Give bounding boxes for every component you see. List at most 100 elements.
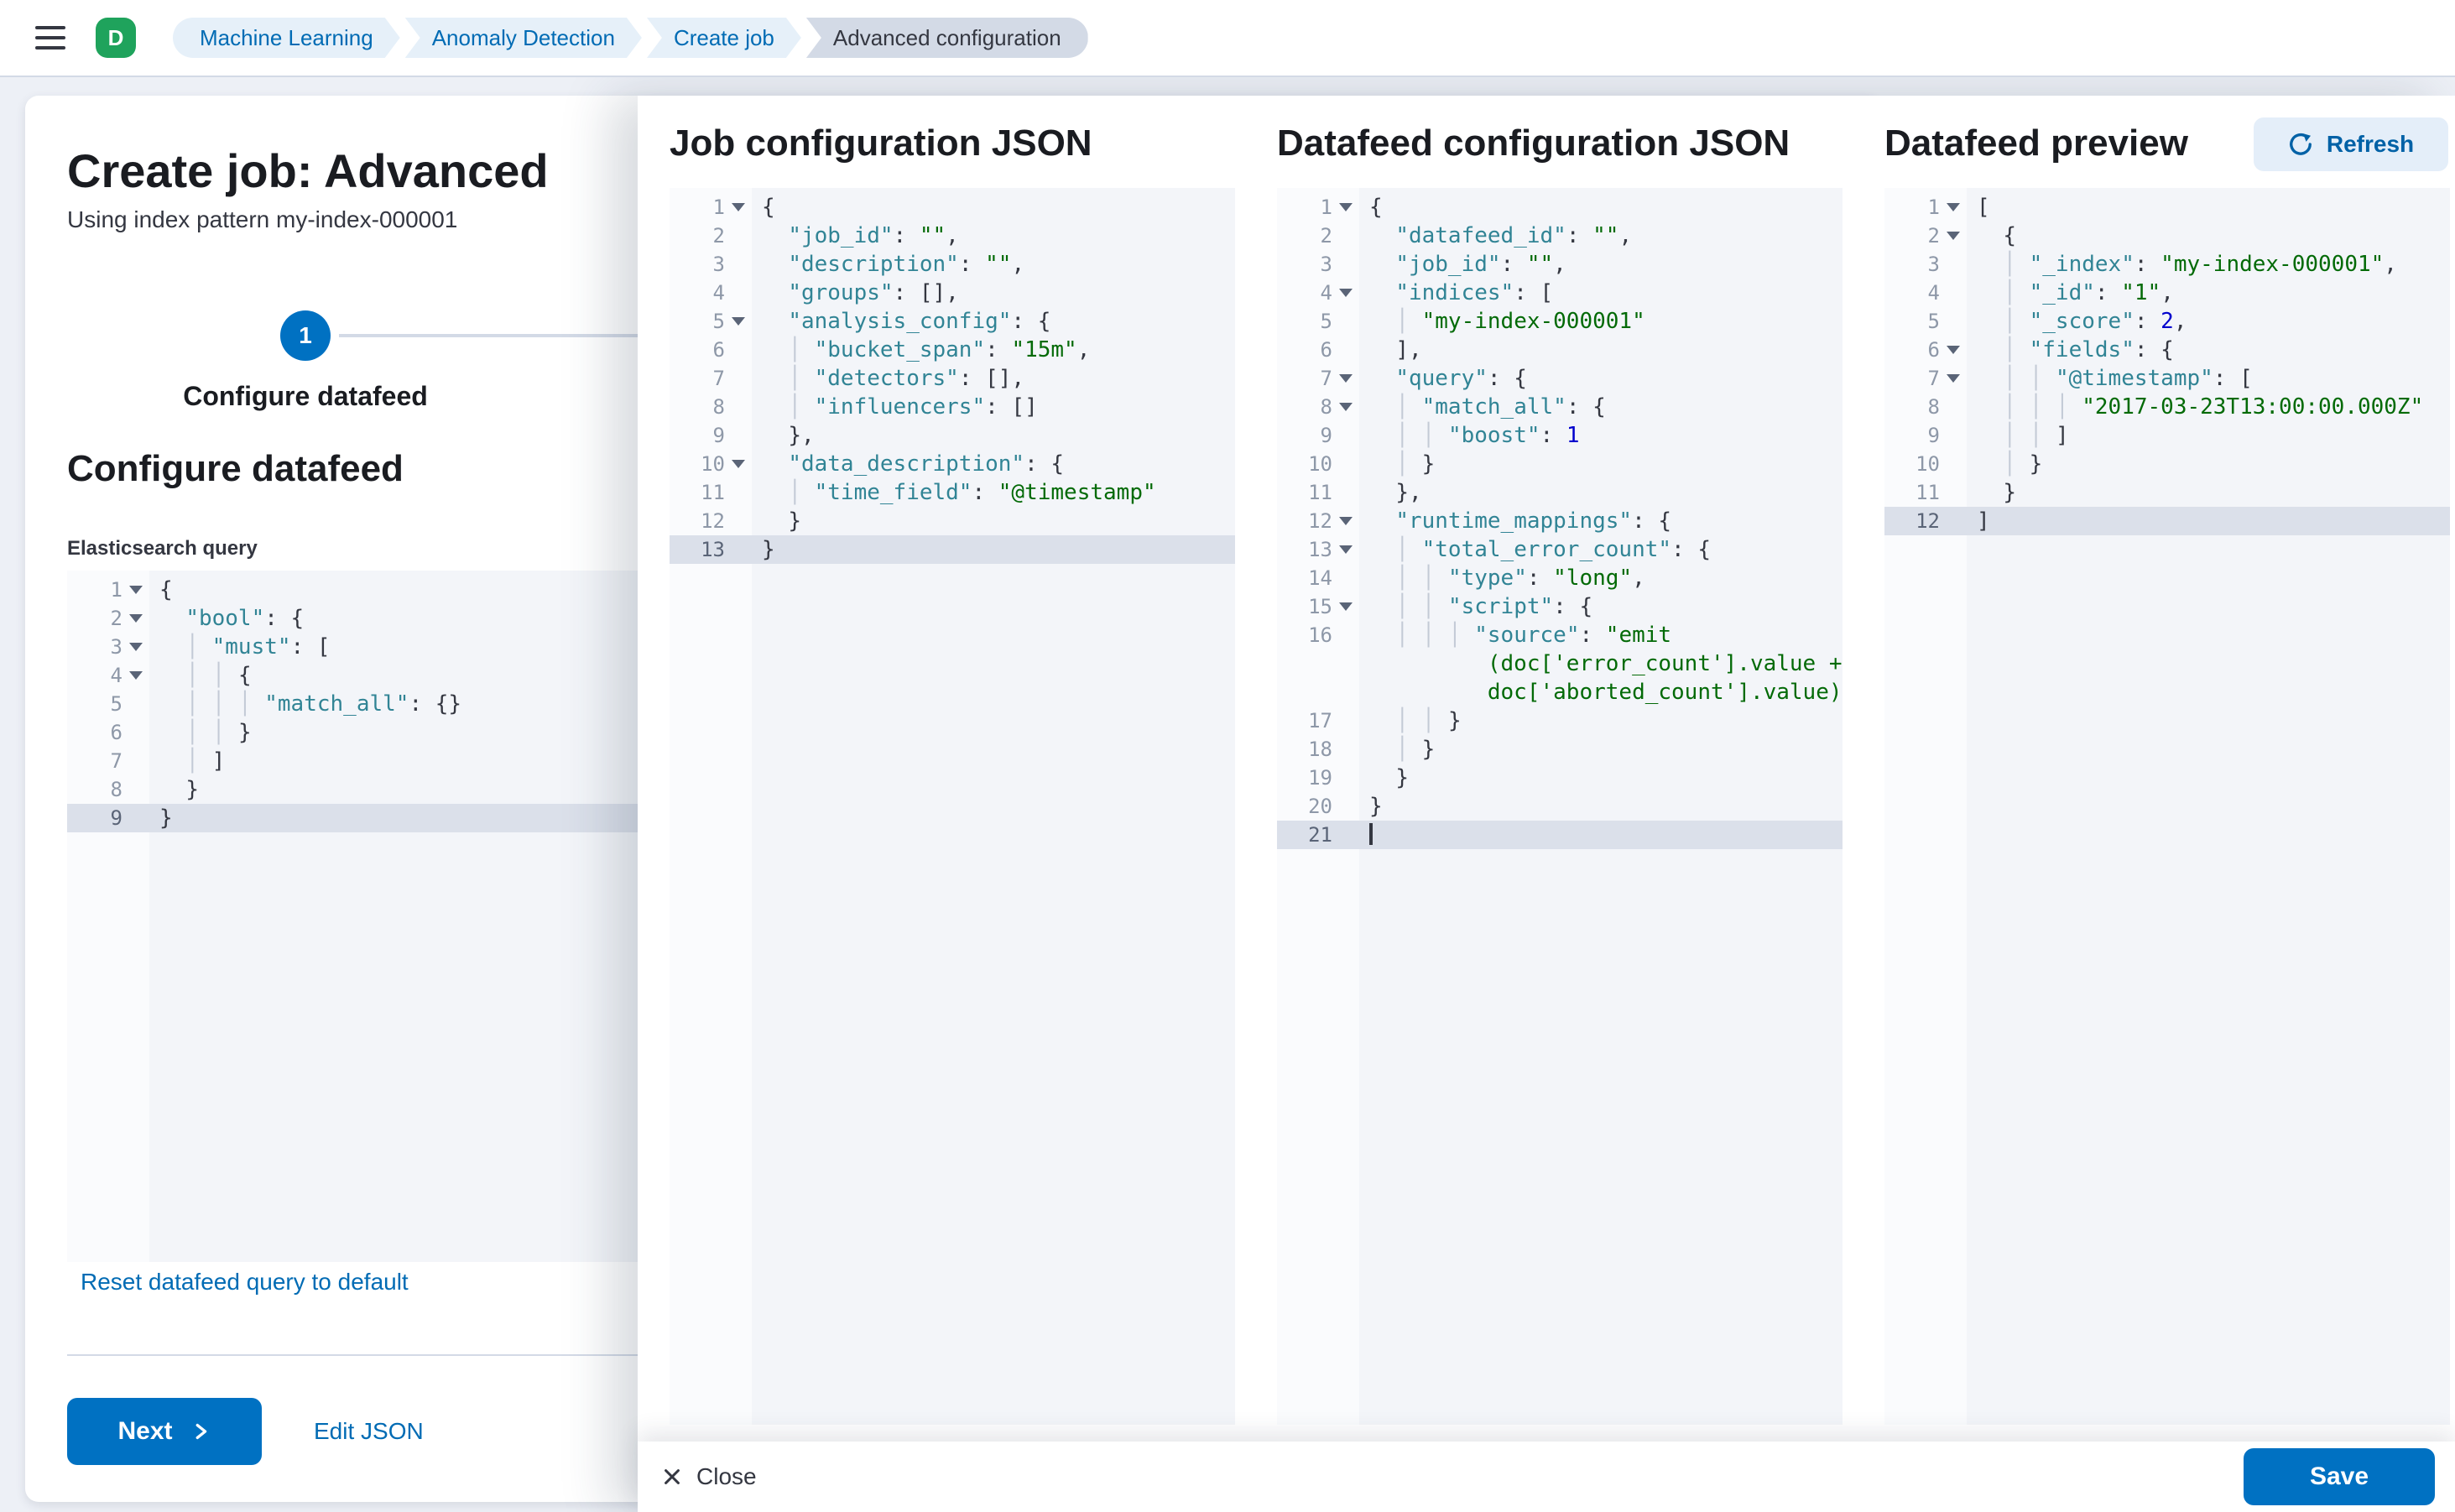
arrow-right-icon bbox=[190, 1421, 211, 1442]
fold-arrow-icon[interactable] bbox=[1947, 346, 1960, 354]
code-line: 13 │ "total_error_count": { bbox=[1277, 535, 1843, 564]
code-line: 8 │ "match_all": { bbox=[1277, 393, 1843, 421]
code-line: 13} bbox=[670, 535, 1235, 564]
code-line: 15 │ │ "script": { bbox=[1277, 592, 1843, 621]
datafeed-preview-heading: Datafeed preview bbox=[1884, 123, 2188, 164]
fold-arrow-icon[interactable] bbox=[1947, 374, 1960, 383]
refresh-icon bbox=[2288, 132, 2313, 157]
app: D Machine Learning Anomaly Detection Cre… bbox=[0, 0, 2455, 1512]
menu-button[interactable] bbox=[35, 19, 65, 56]
code-line: 6 ], bbox=[1277, 336, 1843, 364]
code-line: 5 "analysis_config": { bbox=[670, 307, 1235, 336]
code-line: 1[ bbox=[1884, 193, 2450, 222]
code-line: 12 } bbox=[670, 507, 1235, 535]
code-line: 11 }, bbox=[1277, 478, 1843, 507]
fold-arrow-icon[interactable] bbox=[732, 460, 745, 468]
reset-datafeed-query-link[interactable]: Reset datafeed query to default bbox=[81, 1269, 409, 1296]
fold-arrow-icon[interactable] bbox=[1339, 602, 1353, 611]
fold-arrow-icon[interactable] bbox=[732, 317, 745, 326]
code-line: 4 "indices": [ bbox=[1277, 279, 1843, 307]
refresh-button-label: Refresh bbox=[2327, 131, 2414, 158]
code-line: 3 │ "_index": "my-index-000001", bbox=[1884, 250, 2450, 279]
code-line: 10 │ } bbox=[1884, 450, 2450, 478]
index-pattern-subtitle: Using index pattern my-index-000001 bbox=[67, 206, 457, 233]
breadcrumb-current-page: Advanced configuration bbox=[806, 18, 1088, 58]
hamburger-icon bbox=[35, 26, 65, 50]
code-line: 11 │ "time_field": "@timestamp" bbox=[670, 478, 1235, 507]
step-1-label: Configure datafeed bbox=[129, 381, 482, 412]
code-line: 2 "job_id": "", bbox=[670, 222, 1235, 250]
fold-arrow-icon[interactable] bbox=[1339, 374, 1353, 383]
datafeed-config-editor[interactable]: 1{2 "datafeed_id": "",3 "job_id": "",4 "… bbox=[1277, 188, 1843, 1425]
code-line: 10 │ } bbox=[1277, 450, 1843, 478]
code-line: 2 { bbox=[1884, 222, 2450, 250]
fold-arrow-icon[interactable] bbox=[732, 203, 745, 211]
datafeed-preview-editor[interactable]: 1[2 {3 │ "_index": "my-index-000001",4 │… bbox=[1884, 188, 2450, 1425]
code-line: 8 │ │ │ "2017-03-23T13:00:00.000Z" bbox=[1884, 393, 2450, 421]
code-line: 7 │ │ "@timestamp": [ bbox=[1884, 364, 2450, 393]
code-line: 1{ bbox=[670, 193, 1235, 222]
fold-arrow-icon[interactable] bbox=[1339, 289, 1353, 297]
breadcrumb-machine-learning[interactable]: Machine Learning bbox=[173, 18, 400, 58]
user-avatar[interactable]: D bbox=[96, 18, 136, 58]
code-line: 8 │ "influencers": [] bbox=[670, 393, 1235, 421]
close-button[interactable]: Close bbox=[661, 1463, 757, 1490]
query-editor-label: Elasticsearch query bbox=[67, 537, 258, 560]
page-title: Create job: Advanced bbox=[67, 143, 549, 200]
fold-arrow-icon[interactable] bbox=[1339, 403, 1353, 411]
job-config-editor[interactable]: 1{2 "job_id": "",3 "description": "",4 "… bbox=[670, 188, 1235, 1425]
fold-arrow-icon[interactable] bbox=[129, 643, 143, 651]
fold-arrow-icon[interactable] bbox=[1947, 232, 1960, 240]
flyout-footer: Close Save bbox=[638, 1442, 2455, 1512]
code-line: 7 │ "detectors": [], bbox=[670, 364, 1235, 393]
code-line: 16 │ │ │ "source": "emit bbox=[1277, 621, 1843, 649]
section-title: Configure datafeed bbox=[67, 448, 404, 490]
code-line: 9 }, bbox=[670, 421, 1235, 450]
edit-json-flyout: Job configuration JSON Datafeed configur… bbox=[638, 96, 2455, 1512]
code-line: 21 bbox=[1277, 821, 1843, 849]
next-button[interactable]: Next bbox=[67, 1398, 262, 1465]
code-line: 5 │ "my-index-000001" bbox=[1277, 307, 1843, 336]
code-line: 3 "description": "", bbox=[670, 250, 1235, 279]
code-line: 4 │ "_id": "1", bbox=[1884, 279, 2450, 307]
save-button[interactable]: Save bbox=[2244, 1448, 2435, 1505]
code-line-wrap: (doc['error_count'].value + bbox=[1277, 649, 1843, 678]
code-line: 14 │ │ "type": "long", bbox=[1277, 564, 1843, 592]
fold-arrow-icon[interactable] bbox=[129, 586, 143, 594]
code-line: 17 │ │ } bbox=[1277, 706, 1843, 735]
code-line: 9 │ │ ] bbox=[1884, 421, 2450, 450]
code-line: 12 "runtime_mappings": { bbox=[1277, 507, 1843, 535]
next-button-label: Next bbox=[117, 1417, 172, 1446]
code-line: 6 │ "fields": { bbox=[1884, 336, 2450, 364]
step-1-indicator[interactable]: 1 bbox=[280, 310, 331, 361]
edit-json-button[interactable]: Edit JSON bbox=[314, 1418, 424, 1445]
fold-arrow-icon[interactable] bbox=[1339, 545, 1353, 554]
code-line: 20} bbox=[1277, 792, 1843, 821]
code-line: 1{ bbox=[1277, 193, 1843, 222]
code-line: 9 │ │ "boost": 1 bbox=[1277, 421, 1843, 450]
code-line: 12] bbox=[1884, 507, 2450, 535]
datafeed-config-heading: Datafeed configuration JSON bbox=[1277, 123, 1790, 164]
code-line: 2 "datafeed_id": "", bbox=[1277, 222, 1843, 250]
code-line: 11 } bbox=[1884, 478, 2450, 507]
close-icon bbox=[661, 1466, 683, 1488]
breadcrumb: Machine Learning Anomaly Detection Creat… bbox=[173, 18, 1088, 58]
job-config-heading: Job configuration JSON bbox=[670, 123, 1092, 164]
code-line: 10 "data_description": { bbox=[670, 450, 1235, 478]
fold-arrow-icon[interactable] bbox=[1339, 517, 1353, 525]
fold-arrow-icon[interactable] bbox=[1947, 203, 1960, 211]
header-bar: D Machine Learning Anomaly Detection Cre… bbox=[0, 0, 2455, 77]
code-line: 18 │ } bbox=[1277, 735, 1843, 764]
refresh-button[interactable]: Refresh bbox=[2254, 117, 2448, 171]
fold-arrow-icon[interactable] bbox=[129, 614, 143, 623]
fold-arrow-icon[interactable] bbox=[129, 671, 143, 680]
close-button-label: Close bbox=[696, 1463, 757, 1490]
code-line: 5 │ "_score": 2, bbox=[1884, 307, 2450, 336]
fold-arrow-icon[interactable] bbox=[1339, 203, 1353, 211]
code-line: 4 "groups": [], bbox=[670, 279, 1235, 307]
code-line: 6 │ "bucket_span": "15m", bbox=[670, 336, 1235, 364]
breadcrumb-create-job[interactable]: Create job bbox=[647, 18, 801, 58]
code-line: 3 "job_id": "", bbox=[1277, 250, 1843, 279]
code-line: 7 "query": { bbox=[1277, 364, 1843, 393]
breadcrumb-anomaly-detection[interactable]: Anomaly Detection bbox=[405, 18, 642, 58]
